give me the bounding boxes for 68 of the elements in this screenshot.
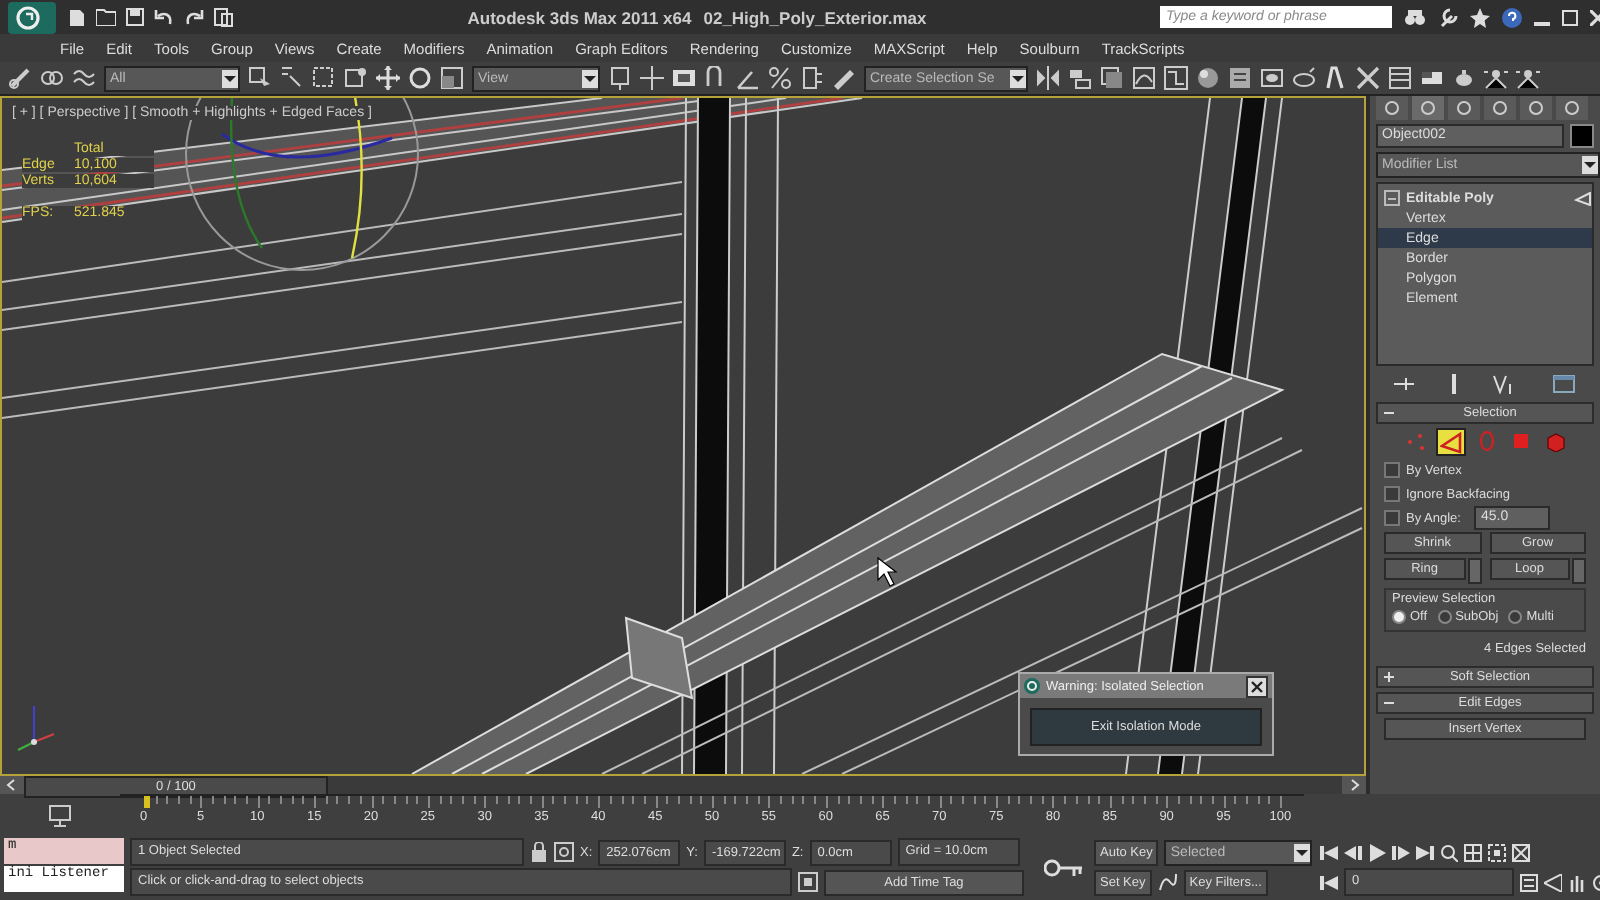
triangle-icon[interactable] — [1574, 191, 1592, 205]
vertex-icon — [1404, 429, 1426, 451]
checkbox[interactable] — [1384, 486, 1400, 502]
rectangle-selection-icon[interactable] — [312, 66, 336, 90]
angle-snap-icon[interactable] — [736, 66, 760, 90]
link-icon[interactable] — [8, 66, 32, 90]
transform-gizmo-drawing[interactable] — [185, 98, 419, 271]
previous-frame-icon[interactable] — [1344, 843, 1362, 861]
spinner-arrows[interactable] — [1572, 558, 1586, 584]
subobject-level-button[interactable] — [1436, 428, 1466, 456]
create-tab-icon[interactable] — [1376, 96, 1408, 120]
new-file-icon[interactable] — [68, 7, 86, 27]
binoculars-icon[interactable] — [1404, 7, 1426, 27]
table-icon[interactable] — [1388, 66, 1412, 90]
go-to-start-icon[interactable] — [1320, 843, 1338, 861]
folder-icon[interactable] — [96, 8, 116, 26]
rotate-icon[interactable] — [408, 66, 432, 90]
crosshair-icon[interactable] — [640, 66, 664, 90]
play-icon[interactable] — [1368, 843, 1386, 861]
close-icon[interactable] — [1246, 675, 1268, 697]
help-icon[interactable] — [1502, 7, 1522, 27]
select-object-icon[interactable] — [248, 66, 272, 90]
next-frame-icon[interactable] — [1392, 843, 1410, 861]
go-to-end-icon[interactable] — [1416, 843, 1434, 861]
collapse-toggle-icon[interactable] — [1384, 190, 1400, 206]
zoom-extents-icon[interactable] — [1488, 843, 1506, 861]
lock-icon[interactable] — [530, 842, 548, 862]
target-icon[interactable] — [554, 842, 574, 862]
scale-icon[interactable] — [440, 66, 464, 90]
redo-icon[interactable] — [184, 8, 204, 26]
undo-icon[interactable] — [154, 8, 174, 26]
mouse-cursor-icon — [877, 556, 898, 587]
polygon-icon — [1510, 429, 1532, 451]
border-icon — [1476, 429, 1498, 451]
mirror-icon[interactable] — [1036, 66, 1060, 90]
pin-icon[interactable] — [1393, 376, 1414, 392]
hierarchy-tab-icon[interactable] — [1448, 96, 1480, 120]
element-icon — [1544, 429, 1566, 451]
zoom-icon[interactable] — [1440, 843, 1458, 861]
chain-icon[interactable] — [40, 66, 64, 90]
checkbox[interactable] — [1384, 462, 1400, 478]
zoom-all-icon[interactable] — [1464, 843, 1482, 861]
window-crossing-icon[interactable] — [344, 66, 368, 90]
window-title: Autodesk 3ds Max 2011 x64 — [467, 7, 692, 27]
radio-button[interactable] — [1437, 610, 1452, 624]
radio-button[interactable] — [1508, 610, 1523, 624]
axis-tripod-icon — [14, 702, 58, 754]
radio-button[interactable] — [1392, 610, 1406, 624]
utilities-tab-icon[interactable] — [1556, 96, 1588, 120]
modify-tab-icon[interactable] — [1412, 96, 1444, 120]
spinner-arrows[interactable] — [1467, 558, 1481, 584]
wave-icon[interactable] — [72, 66, 96, 90]
checkbox[interactable] — [1384, 510, 1400, 526]
app-logo-icon[interactable] — [8, 1, 56, 33]
zoom-extents-all-icon[interactable] — [1512, 843, 1530, 861]
save-icon[interactable] — [126, 8, 144, 26]
percent-snap-icon[interactable] — [768, 66, 792, 90]
star-icon[interactable] — [1470, 7, 1490, 27]
current-frame-marker[interactable] — [143, 796, 150, 808]
app-logo-icon — [1024, 678, 1040, 694]
edge-icon — [1440, 431, 1462, 453]
display-tab-icon[interactable] — [1520, 96, 1552, 120]
key-icon[interactable] — [1044, 858, 1084, 878]
maximize-icon[interactable] — [1562, 9, 1578, 25]
file-name: 02_High_Poly_Exterior.max — [703, 7, 927, 27]
object-color-swatch[interactable] — [1570, 124, 1594, 148]
motion-tab-icon[interactable] — [1484, 96, 1516, 120]
move-icon[interactable] — [376, 66, 400, 90]
